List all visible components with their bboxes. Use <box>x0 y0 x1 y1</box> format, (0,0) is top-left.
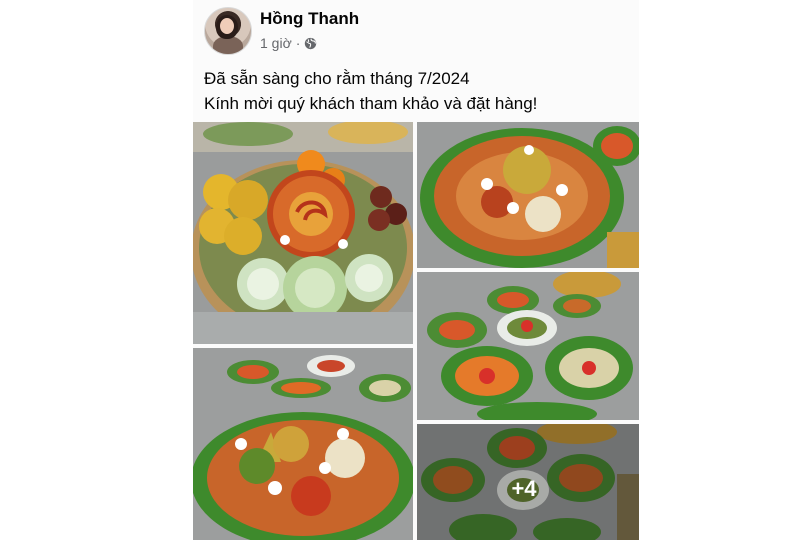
vegetarian-platter-photo-icon <box>417 122 639 268</box>
avatar-face-shape <box>220 18 234 34</box>
post-photo-1[interactable] <box>193 122 413 344</box>
post-timestamp[interactable]: 1 giờ <box>260 35 292 51</box>
dishes-spread-photo-icon <box>417 272 639 420</box>
fruit-platter-photo-icon <box>193 122 413 344</box>
platter-set-photo-icon <box>193 348 413 540</box>
more-photos-count[interactable]: +4 <box>511 476 536 502</box>
photo-grid: +4 <box>193 122 639 540</box>
facebook-post: Hồng Thanh 1 giờ · Đã sẵn sàng cho rằm t… <box>193 0 639 540</box>
meta-separator: · <box>295 35 301 51</box>
post-photo-5[interactable]: +4 <box>417 424 639 540</box>
right-background <box>617 0 810 540</box>
post-photo-3[interactable] <box>193 348 413 540</box>
author-name[interactable]: Hồng Thanh <box>260 9 359 29</box>
globe-icon[interactable] <box>304 37 317 50</box>
author-avatar[interactable] <box>204 7 252 55</box>
left-background <box>0 0 193 540</box>
post-meta: 1 giờ · <box>260 35 317 51</box>
post-header: Hồng Thanh 1 giờ · <box>193 0 639 60</box>
post-photo-4[interactable] <box>417 272 639 420</box>
post-caption: Đã sẵn sàng cho rằm tháng 7/2024 Kính mờ… <box>204 66 629 116</box>
more-photos-overlay[interactable]: +4 <box>417 424 639 540</box>
post-photo-2[interactable] <box>417 122 639 268</box>
caption-line: Đã sẵn sàng cho rằm tháng 7/2024 <box>204 69 470 88</box>
caption-line: Kính mời quý khách tham khảo và đặt hàng… <box>204 94 538 113</box>
